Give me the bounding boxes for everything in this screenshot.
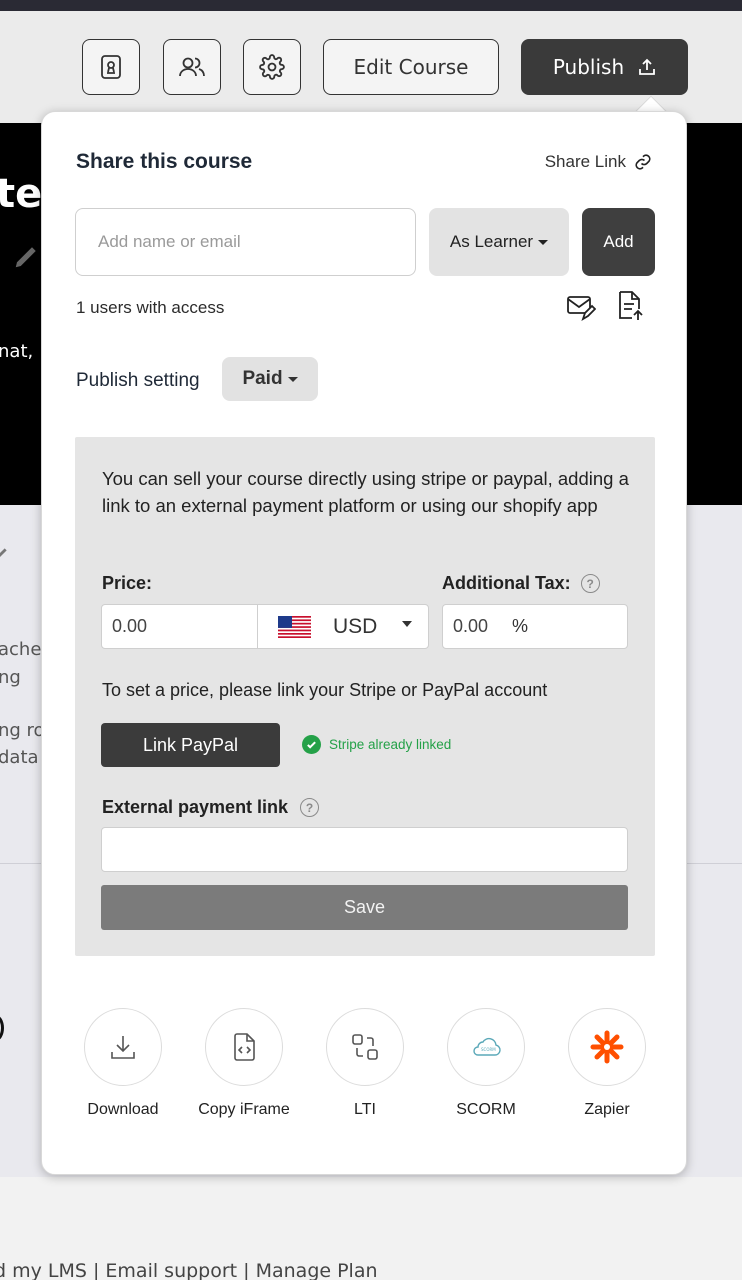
paid-description: You can sell your course directly using … <box>102 468 629 516</box>
export-label: Download <box>87 1101 159 1118</box>
export-zapier[interactable]: Zapier <box>557 1008 657 1121</box>
edit-course-label: Edit Course <box>353 55 469 79</box>
upload-icon <box>639 58 656 75</box>
currency-code: USD <box>333 614 378 638</box>
external-link-label-group: External payment link ? <box>102 797 320 818</box>
publish-button[interactable]: Publish <box>521 39 688 95</box>
caret-down-icon <box>402 621 412 627</box>
tax-label: Additional Tax: <box>442 573 571 593</box>
stripe-status: Stripe already linked <box>302 735 451 754</box>
bg-glyph <box>0 1015 4 1041</box>
settings-button[interactable] <box>243 39 301 95</box>
scorm-cloud-icon: SCORM <box>473 1037 501 1056</box>
publish-setting-dropdown[interactable]: Paid <box>222 357 318 401</box>
lti-button[interactable] <box>326 1008 404 1086</box>
help-icon[interactable]: ? <box>300 798 320 817</box>
access-count: 1 users with access <box>76 298 225 317</box>
edit-course-button[interactable]: Edit Course <box>323 39 499 95</box>
share-popover: Share this course Share Link As Learner … <box>41 111 687 1175</box>
save-button[interactable]: Save <box>101 885 628 930</box>
zapier-icon <box>590 1030 624 1064</box>
publish-setting-value: Paid <box>242 368 283 389</box>
link-icon <box>635 154 651 170</box>
help-icon[interactable]: ? <box>580 574 600 593</box>
link-paypal-button[interactable]: Link PayPal <box>101 723 280 767</box>
price-label: Price: <box>102 573 153 593</box>
share-link-label: Share Link <box>544 152 626 171</box>
caret-down-icon <box>538 239 549 245</box>
hero-title-fragment: te <box>0 171 43 217</box>
hero-desc-fragment: nat, <box>0 341 34 362</box>
lti-icon <box>352 1034 378 1060</box>
download-icon <box>111 1036 135 1059</box>
share-link-button[interactable]: Share Link <box>545 152 652 172</box>
add-button[interactable]: Add <box>582 208 655 276</box>
footer-links[interactable]: d my LMS | Email support | Manage Plan <box>0 1260 378 1280</box>
tax-value: 0.00 <box>453 616 489 636</box>
export-copy-iframe[interactable]: Copy iFrame <box>194 1008 294 1121</box>
users-icon <box>179 57 205 77</box>
course-toolbar: Edit Course Publish <box>0 11 742 123</box>
scorm-button[interactable]: SCORM <box>447 1008 525 1086</box>
bg-text-fragment: ng ro <box>0 720 45 741</box>
tax-input[interactable]: 0.00 % <box>442 604 628 649</box>
code-file-icon <box>234 1033 255 1061</box>
badge-icon <box>101 55 121 79</box>
publish-setting-label: Publish setting <box>76 370 200 391</box>
export-label: Zapier <box>584 1101 630 1118</box>
export-label: LTI <box>354 1101 376 1118</box>
bg-text-fragment: data <box>0 747 39 768</box>
users-button[interactable] <box>163 39 221 95</box>
external-link-input[interactable] <box>101 827 628 872</box>
top-strip <box>0 0 742 11</box>
email-input[interactable] <box>75 208 416 276</box>
export-download[interactable]: Download <box>73 1008 173 1121</box>
export-label: SCORM <box>456 1101 516 1118</box>
download-button[interactable] <box>84 1008 162 1086</box>
export-label: Copy iFrame <box>198 1101 290 1118</box>
file-export-icon[interactable] <box>616 290 644 322</box>
export-scorm[interactable]: SCORM SCORM <box>436 1008 536 1121</box>
pencil-icon <box>15 247 36 268</box>
share-title: Share this course <box>76 150 253 173</box>
export-lti[interactable]: LTI <box>315 1008 415 1121</box>
role-label: As Learner <box>449 232 534 251</box>
price-input[interactable] <box>101 604 258 649</box>
stripe-status-text: Stripe already linked <box>329 737 452 752</box>
link-account-note: To set a price, please link your Stripe … <box>102 680 548 700</box>
copy-iframe-button[interactable] <box>205 1008 283 1086</box>
us-flag-icon <box>278 615 311 638</box>
publish-label: Publish <box>552 55 625 79</box>
external-link-label: External payment link <box>102 797 289 817</box>
role-dropdown[interactable]: As Learner <box>429 208 569 276</box>
paid-settings-panel: You can sell your course directly using … <box>75 437 655 956</box>
caret-down-icon <box>287 376 298 382</box>
badge-button[interactable] <box>82 39 140 95</box>
currency-select[interactable]: USD <box>257 604 429 649</box>
check-circle-icon <box>302 735 321 754</box>
email-edit-icon[interactable] <box>566 292 596 322</box>
zapier-button[interactable] <box>568 1008 646 1086</box>
pencil-icon <box>0 548 7 557</box>
bg-text-fragment: ng <box>0 667 21 688</box>
tax-label-group: Additional Tax: ? <box>442 573 600 594</box>
svg-text:SCORM: SCORM <box>481 1047 496 1052</box>
tax-unit: % <box>512 616 529 636</box>
gear-icon <box>259 54 285 80</box>
